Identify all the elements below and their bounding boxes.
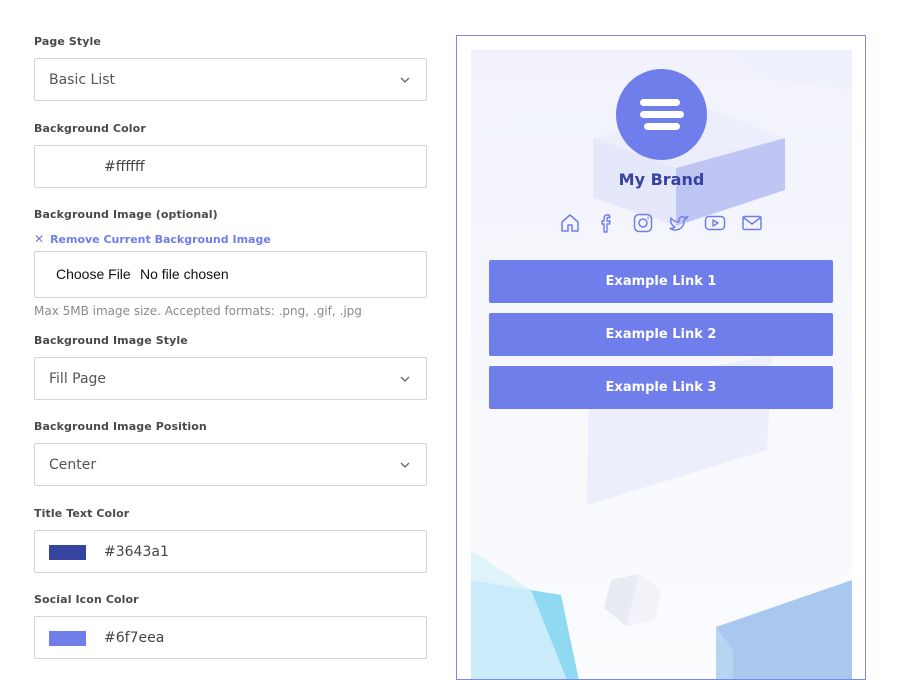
instagram-icon[interactable] [632,212,654,234]
page-preview: My Brand Example Link 1 Example Link 2 E… [456,35,866,680]
twitter-icon[interactable] [668,212,690,234]
background-image-style-label: Background Image Style [34,334,188,347]
background-image-file-input[interactable]: Choose File No file chosen [34,251,427,298]
title-text-color-label: Title Text Color [34,507,130,520]
brand-title: My Brand [618,170,705,189]
youtube-icon[interactable] [704,212,726,234]
example-link-2-button[interactable]: Example Link 2 [489,313,833,356]
choose-file-button[interactable]: Choose File [56,252,131,297]
background-image-style-value: Fill Page [49,371,107,387]
social-icon-color-value: #6f7eea [104,630,165,646]
page-style-label: Page Style [34,35,101,48]
mail-icon[interactable] [741,212,763,234]
chevron-down-icon [400,77,410,83]
facebook-icon[interactable] [596,212,618,234]
social-icons-row [559,212,769,234]
background-image-position-select[interactable]: Center [34,443,427,486]
chevron-down-icon [400,376,410,382]
title-text-color-field[interactable]: #3643a1 [34,530,427,573]
background-image-label: Background Image (optional) [34,208,218,221]
page-style-value: Basic List [49,72,115,88]
background-color-field[interactable]: #ffffff [34,145,427,188]
title-text-color-swatch[interactable] [49,545,86,560]
home-icon[interactable] [559,212,581,234]
social-icon-color-swatch[interactable] [49,631,86,646]
file-size-hint: Max 5MB image size. Accepted formats: .p… [34,304,362,318]
remove-background-image-link[interactable]: ✕ Remove Current Background Image [34,232,271,246]
chevron-down-icon [400,462,410,468]
background-color-label: Background Color [34,122,146,135]
background-image-position-value: Center [49,457,97,473]
brand-logo [616,69,707,160]
example-link-3-button[interactable]: Example Link 3 [489,366,833,409]
social-icon-color-field[interactable]: #6f7eea [34,616,427,659]
social-icon-color-label: Social Icon Color [34,593,139,606]
background-image-position-label: Background Image Position [34,420,207,433]
example-link-1-button[interactable]: Example Link 1 [489,260,833,303]
remove-background-image-label: Remove Current Background Image [50,233,271,246]
title-text-color-value: #3643a1 [104,544,169,560]
background-color-value: #ffffff [104,159,145,175]
background-image-style-select[interactable]: Fill Page [34,357,427,400]
background-color-swatch[interactable] [49,160,86,175]
file-status: No file chosen [140,266,229,282]
page-style-select[interactable]: Basic List [34,58,427,101]
preview-screen: My Brand Example Link 1 Example Link 2 E… [471,50,852,679]
close-icon: ✕ [34,232,45,246]
